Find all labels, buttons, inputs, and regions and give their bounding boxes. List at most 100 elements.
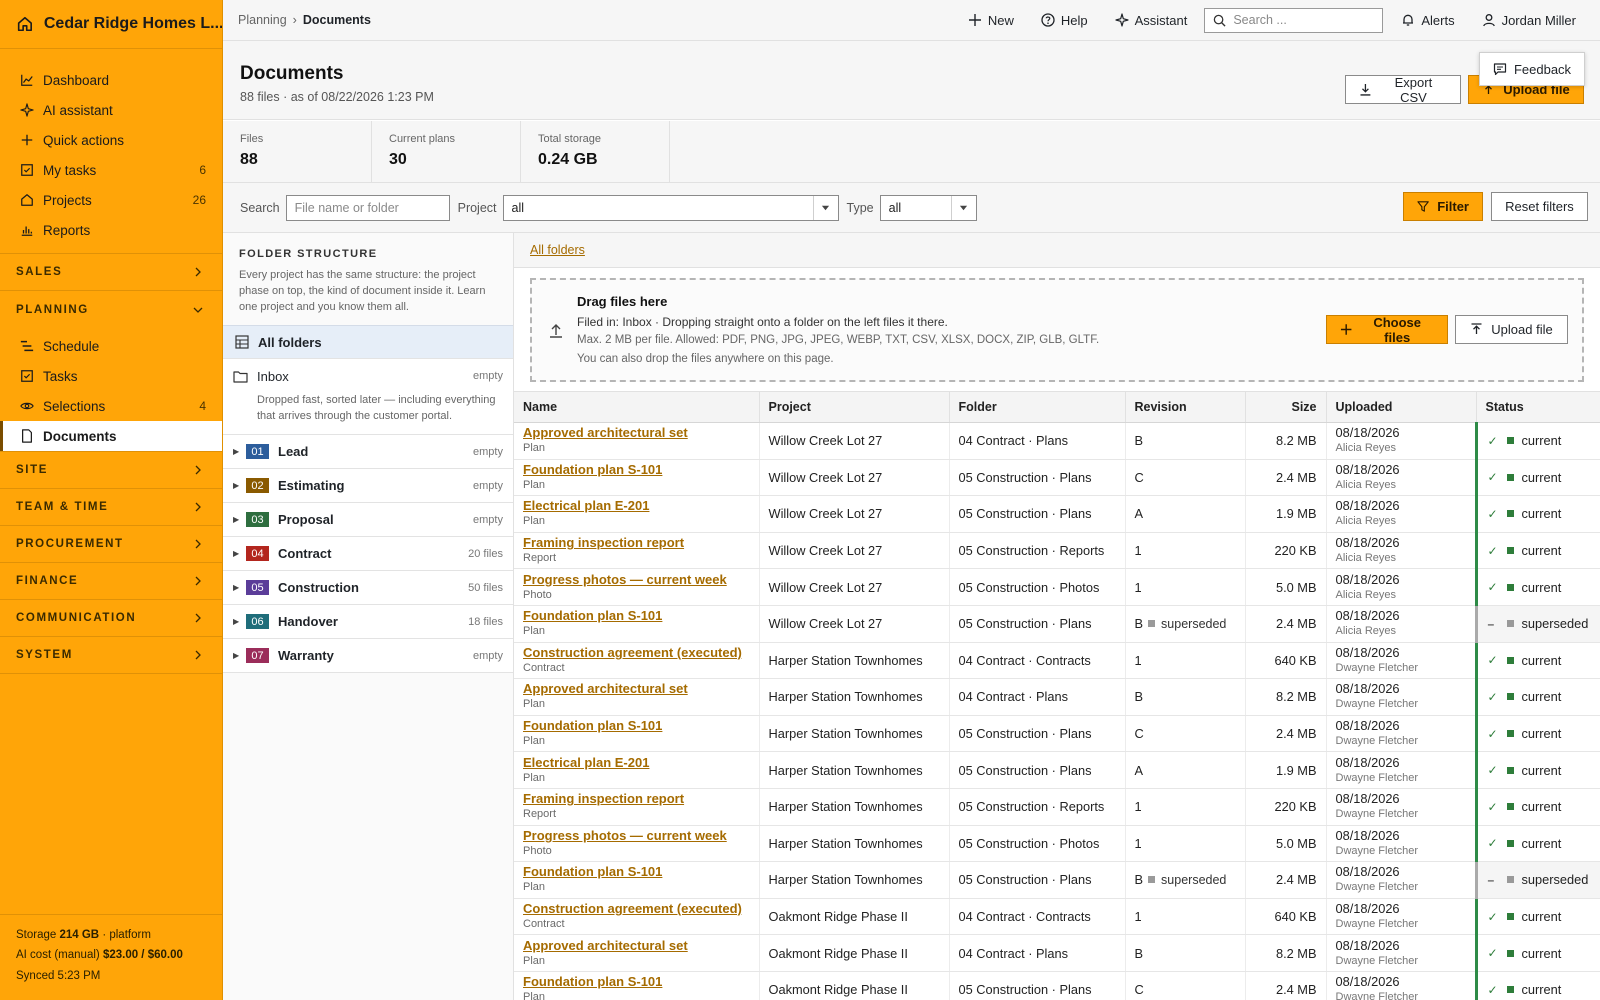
status-square-icon [1506, 620, 1514, 628]
folder-phase[interactable]: ▶ 05 Construction 50 files [223, 571, 513, 605]
table-row[interactable]: Progress photos — current week Photo Willo… [514, 568, 1600, 606]
column-header-size[interactable]: Size [1245, 391, 1327, 423]
section-team-time[interactable]: TEAM & TIME [0, 489, 222, 526]
brand[interactable]: Cedar Ridge Homes L... [0, 0, 222, 49]
section-finance[interactable]: FINANCE [0, 563, 222, 600]
document-link[interactable]: Approved architectural set [523, 681, 750, 697]
section-planning[interactable]: PLANNING [0, 291, 222, 328]
cell-project: Willow Creek Lot 27 [759, 422, 950, 460]
new-button[interactable]: New [968, 13, 1014, 28]
column-header-name[interactable]: Name [514, 391, 760, 423]
column-header-revision[interactable]: Revision [1125, 391, 1246, 423]
all-folders-link[interactable]: All folders [530, 243, 585, 257]
table-row[interactable]: Approved architectural set Plan Oakmont Ri… [514, 934, 1600, 972]
caret-right-icon[interactable]: ▶ [233, 447, 244, 456]
column-header-uploaded[interactable]: Uploaded [1326, 391, 1477, 423]
document-link[interactable]: Foundation plan S-101 [523, 974, 750, 990]
sidebar-item-projects[interactable]: Projects 26 [0, 185, 222, 215]
caret-right-icon[interactable]: ▶ [233, 617, 244, 626]
file-dropzone[interactable]: Drag files here Filed in: Inbox · Droppi… [530, 278, 1584, 382]
sidebar-item-ai-assistant[interactable]: AI assistant [0, 95, 222, 125]
section-communication[interactable]: COMMUNICATION [0, 600, 222, 637]
cell-revision: 1 [1125, 898, 1246, 936]
global-search-input[interactable] [1233, 13, 1374, 27]
table-row[interactable]: Foundation plan S-101 Plan Willow Creek Lo… [514, 605, 1600, 643]
sidebar-item-quick-actions[interactable]: Quick actions [0, 125, 222, 155]
breadcrumb-planning[interactable]: Planning [238, 13, 287, 27]
folder-inbox[interactable]: Inbox empty [223, 359, 513, 393]
column-header-project[interactable]: Project [759, 391, 950, 423]
document-link[interactable]: Progress photos — current week [523, 828, 750, 844]
project-select[interactable]: all [502, 194, 839, 221]
section-system[interactable]: SYSTEM [0, 637, 222, 674]
user-menu[interactable]: Jordan Miller [1482, 13, 1576, 28]
sidebar-item-selections[interactable]: Selections 4 [0, 391, 222, 421]
document-link[interactable]: Construction agreement (executed) [523, 645, 750, 661]
upload-date: 08/18/2026 [1335, 974, 1400, 990]
document-link[interactable]: Construction agreement (executed) [523, 901, 750, 917]
sidebar-item-my-tasks[interactable]: My tasks 6 [0, 155, 222, 185]
breadcrumb-separator: › [292, 13, 297, 27]
reset-filters-button[interactable]: Reset filters [1491, 192, 1588, 221]
table-row[interactable]: Progress photos — current week Photo Harpe… [514, 825, 1600, 863]
section-procurement[interactable]: PROCUREMENT [0, 526, 222, 563]
table-row[interactable]: Construction agreement (executed) Contrac… [514, 898, 1600, 936]
document-link[interactable]: Foundation plan S-101 [523, 718, 750, 734]
table-row[interactable]: Foundation plan S-101 Plan Harper Station … [514, 861, 1600, 899]
section-site[interactable]: SITE [0, 452, 222, 489]
document-link[interactable]: Foundation plan S-101 [523, 608, 750, 624]
document-link[interactable]: Progress photos — current week [523, 572, 750, 588]
table-row[interactable]: Electrical plan E-201 Plan Harper Station … [514, 751, 1600, 789]
assistant-button[interactable]: Assistant [1114, 13, 1187, 28]
cell-size: 1.9 MB [1245, 495, 1327, 533]
document-link[interactable]: Electrical plan E-201 [523, 755, 750, 771]
folder-phase[interactable]: ▶ 02 Estimating empty [223, 469, 513, 503]
caret-right-icon[interactable]: ▶ [233, 515, 244, 524]
folder-phase[interactable]: ▶ 04 Contract 20 files [223, 537, 513, 571]
folder-phase[interactable]: ▶ 03 Proposal empty [223, 503, 513, 537]
document-link[interactable]: Approved architectural set [523, 425, 750, 441]
sidebar-item-reports[interactable]: Reports [0, 215, 222, 245]
table-row[interactable]: Foundation plan S-101 Plan Willow Creek Lo… [514, 459, 1600, 497]
folder-all[interactable]: All folders [223, 325, 513, 359]
table-row[interactable]: Framing inspection report Report Harper St… [514, 788, 1600, 826]
table-row[interactable]: Framing inspection report Report Willow Cr… [514, 532, 1600, 570]
document-link[interactable]: Foundation plan S-101 [523, 462, 750, 478]
filter-button[interactable]: Filter [1403, 192, 1483, 221]
caret-right-icon[interactable]: ▶ [233, 481, 244, 490]
sidebar-item-schedule[interactable]: Schedule [0, 331, 222, 361]
document-link[interactable]: Approved architectural set [523, 938, 750, 954]
export-csv-button[interactable]: Export CSV [1345, 75, 1461, 105]
sidebar-item-tasks[interactable]: Tasks [0, 361, 222, 391]
table-row[interactable]: Electrical plan E-201 Plan Willow Creek Lo… [514, 495, 1600, 533]
caret-right-icon[interactable]: ▶ [233, 583, 244, 592]
folder-phase[interactable]: ▶ 01 Lead empty [223, 435, 513, 469]
document-link[interactable]: Framing inspection report [523, 535, 750, 551]
section-sales[interactable]: SALES [0, 254, 222, 291]
feedback-button[interactable]: Feedback [1479, 52, 1585, 86]
caret-right-icon[interactable]: ▶ [233, 549, 244, 558]
column-header-status[interactable]: Status [1476, 391, 1600, 423]
file-search-input[interactable] [285, 194, 450, 221]
folder-phase[interactable]: ▶ 06 Handover 18 files [223, 605, 513, 639]
column-header-folder[interactable]: Folder [949, 391, 1126, 423]
folder-phase[interactable]: ▶ 07 Warranty empty [223, 639, 513, 673]
table-row[interactable]: Approved architectural set Plan Willow Cre… [514, 422, 1600, 460]
choose-files-button[interactable]: Choose files [1326, 315, 1448, 345]
dropzone-upload-button[interactable]: Upload file [1455, 315, 1568, 344]
caret-right-icon[interactable]: ▶ [233, 651, 244, 660]
document-link[interactable]: Foundation plan S-101 [523, 864, 750, 880]
global-search[interactable] [1204, 7, 1384, 33]
document-category: Plan [523, 954, 546, 967]
table-row[interactable]: Construction agreement (executed) Contrac… [514, 642, 1600, 680]
document-link[interactable]: Electrical plan E-201 [523, 498, 750, 514]
table-row[interactable]: Foundation plan S-101 Plan Oakmont Ridge P… [514, 971, 1600, 1000]
sidebar-item-dashboard[interactable]: Dashboard [0, 65, 222, 95]
document-link[interactable]: Framing inspection report [523, 791, 750, 807]
table-row[interactable]: Foundation plan S-101 Plan Harper Station … [514, 715, 1600, 753]
sidebar-item-documents[interactable]: Documents [0, 421, 222, 451]
alerts-button[interactable]: Alerts [1401, 13, 1455, 28]
type-select[interactable]: all [879, 194, 977, 221]
table-row[interactable]: Approved architectural set Plan Harper Sta… [514, 678, 1600, 716]
help-button[interactable]: Help [1041, 13, 1088, 28]
